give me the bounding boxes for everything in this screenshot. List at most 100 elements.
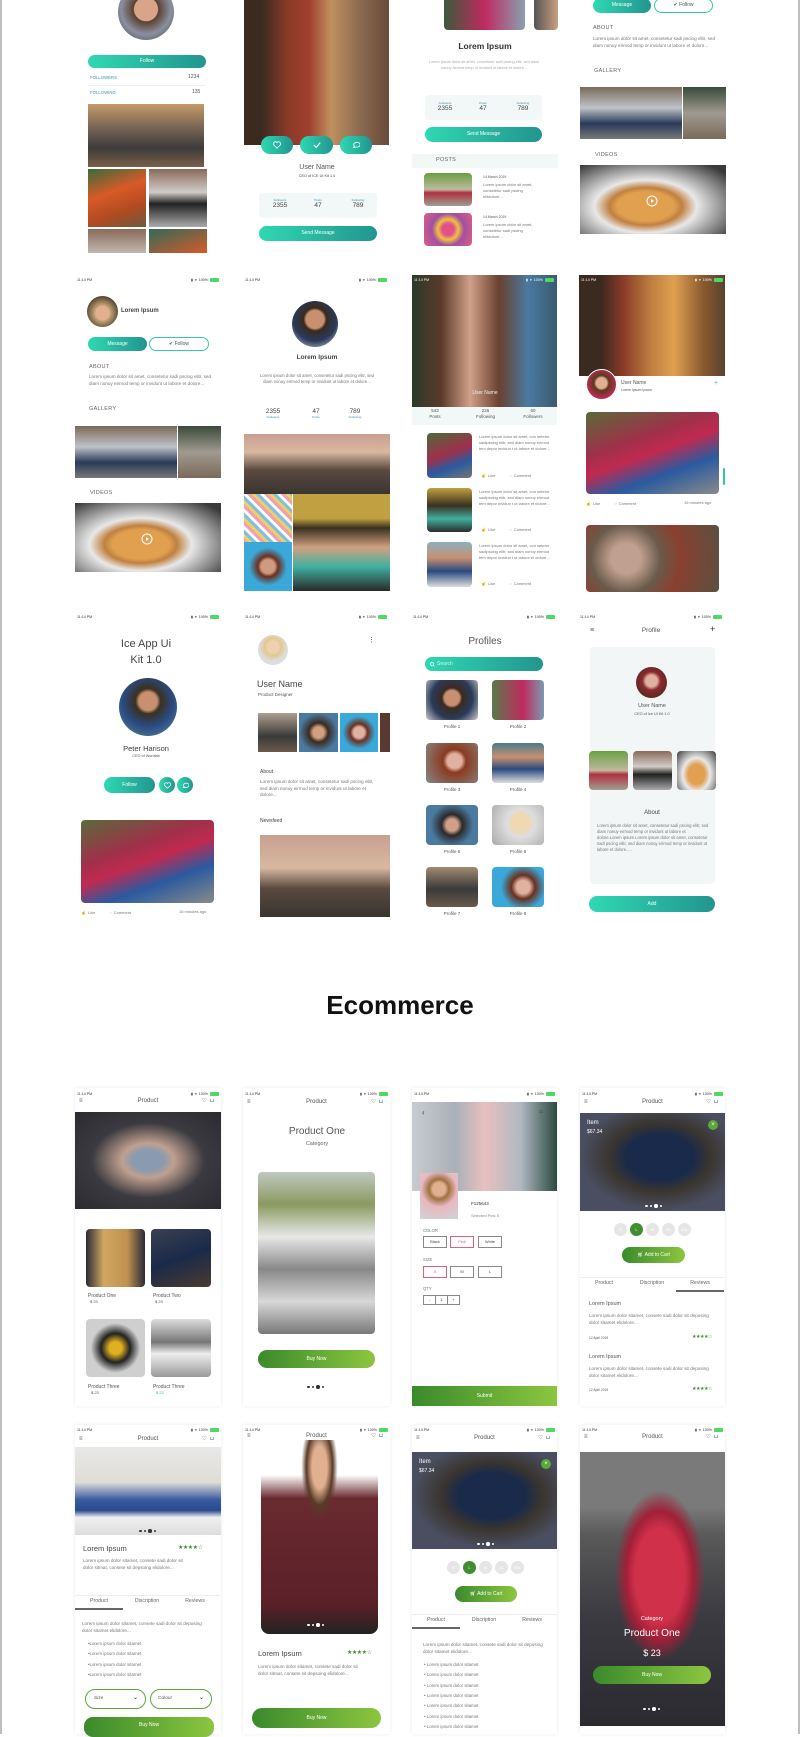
carousel-dot[interactable] [148, 1529, 152, 1533]
carousel-dot[interactable] [645, 1204, 648, 1207]
size-option[interactable]: XL [662, 1223, 675, 1236]
carousel-dot[interactable] [321, 1623, 324, 1626]
carousel-dot[interactable] [307, 1623, 310, 1626]
feed-photo-car[interactable] [586, 412, 719, 494]
profile-label[interactable]: Profile 7 [426, 911, 478, 916]
tab-discription[interactable]: Discription [123, 1598, 171, 1604]
profile-label[interactable]: Profile 1 [426, 724, 478, 729]
like-button[interactable]: ☝ Like [586, 501, 600, 506]
follow-button[interactable]: Follow [88, 55, 206, 68]
comment-button[interactable]: ◌ Comment [509, 581, 531, 586]
collage-photo-sprinkles[interactable] [244, 494, 292, 542]
profile-photo[interactable] [492, 743, 544, 783]
follow-button[interactable]: ✔ Follow [149, 337, 209, 351]
size-option[interactable]: S [614, 1223, 627, 1236]
product-image[interactable] [86, 1319, 145, 1377]
carousel-dot[interactable] [652, 1707, 656, 1711]
tab-discription[interactable]: Discription [460, 1617, 508, 1623]
follow-button[interactable]: Follow [104, 777, 155, 793]
carousel-dot[interactable] [316, 1623, 320, 1627]
product-photo[interactable] [258, 1172, 375, 1334]
heart-icon[interactable]: ♡ [202, 1098, 207, 1104]
like-button[interactable] [159, 777, 175, 793]
follow-button[interactable]: ✔ Follow [654, 0, 713, 13]
back-icon[interactable]: ‹ [422, 1108, 425, 1118]
cart-icon[interactable]: ⊔ [714, 1099, 718, 1105]
buy-now-button[interactable]: Buy Now [593, 1666, 711, 1684]
photographer-photo[interactable] [244, 0, 389, 145]
post-thumbnail[interactable] [427, 488, 472, 532]
tab-reviews[interactable]: Reviews [676, 1280, 724, 1286]
post-thumbnail[interactable] [424, 173, 472, 206]
strip-photo[interactable] [299, 713, 338, 752]
feed-photo-car[interactable] [81, 820, 214, 903]
size-option[interactable]: S [447, 1561, 460, 1574]
gallery-photo[interactable] [589, 751, 628, 790]
submit-button[interactable]: Submit [412, 1386, 557, 1406]
carousel-dot[interactable] [311, 1385, 314, 1388]
size-option[interactable]: M [479, 1561, 492, 1574]
cart-icon[interactable]: ⊔ [714, 1434, 718, 1440]
profile-label[interactable]: Profile 6 [492, 849, 544, 854]
carousel-dot[interactable] [657, 1707, 660, 1710]
heart-icon[interactable]: ♡ [706, 1099, 711, 1105]
profile-photo[interactable] [426, 805, 478, 845]
add-icon[interactable]: + [714, 380, 718, 388]
close-icon[interactable]: × [708, 1120, 718, 1130]
tab-reviews[interactable]: Reviews [508, 1617, 556, 1623]
size-dropdown[interactable]: Size ⌄ [85, 1689, 146, 1709]
gallery-photo-hiker[interactable] [178, 426, 221, 478]
comment-button[interactable]: ◌ Comment [614, 501, 636, 506]
building-photo[interactable] [88, 229, 146, 253]
close-icon[interactable]: × [541, 1459, 551, 1469]
add-to-cart-button[interactable]: 🛒︎ Add to Cart [455, 1586, 517, 1602]
size-option[interactable]: M [646, 1223, 659, 1236]
tab-reviews[interactable]: Reviews [171, 1598, 219, 1604]
tab-product[interactable]: Product [75, 1598, 123, 1604]
size-option[interactable]: XL [495, 1561, 508, 1574]
color-option-pink[interactable]: Pink [450, 1236, 474, 1248]
gallery-photo-friends[interactable] [580, 87, 682, 139]
profile-photo[interactable] [492, 680, 544, 720]
carousel-dot[interactable] [654, 1204, 658, 1208]
cart-icon[interactable]: ⊔ [379, 1099, 383, 1105]
post-thumbnail[interactable] [424, 213, 472, 246]
carousel-dot[interactable] [307, 1385, 310, 1388]
tab-discription[interactable]: Discription [628, 1280, 676, 1286]
video-thumbnail-pancakes[interactable] [580, 165, 726, 234]
message-button[interactable]: Message [593, 0, 651, 13]
add-icon[interactable]: + [710, 624, 715, 635]
check-button[interactable] [300, 136, 333, 154]
heart-icon[interactable]: ♡ [371, 1099, 376, 1105]
add-to-cart-button[interactable]: 🛒︎ Add to Cart [622, 1247, 685, 1263]
collage-photo-camera-girl[interactable] [293, 494, 390, 591]
carousel-dot[interactable] [143, 1529, 146, 1532]
gallery-photo[interactable] [633, 751, 672, 790]
size-option[interactable]: XXL [511, 1561, 524, 1574]
scrollbar[interactable] [723, 468, 725, 485]
profile-label[interactable]: Profile 5 [426, 849, 478, 854]
gallery-photo[interactable] [677, 751, 716, 790]
home-icon[interactable]: ⌂ [539, 1109, 543, 1116]
carousel-dot[interactable] [649, 1204, 652, 1207]
comment-button[interactable]: ◌ Comment [509, 527, 531, 532]
like-button[interactable]: ☝ Like [81, 910, 95, 915]
like-button[interactable]: ☝ Like [481, 527, 495, 532]
truck-photo[interactable] [88, 104, 204, 167]
product-image[interactable] [151, 1319, 211, 1377]
profile-photo[interactable] [492, 805, 544, 845]
buy-now-button[interactable]: Buy Now [258, 1350, 375, 1368]
heart-icon[interactable]: ♡ [538, 1435, 543, 1441]
profile-photo[interactable] [492, 867, 544, 907]
cart-icon[interactable]: ⊔ [210, 1098, 214, 1104]
orange-car-photo[interactable] [149, 229, 207, 253]
tab-product[interactable]: Product [580, 1280, 628, 1286]
orange-car-photo[interactable] [88, 169, 146, 227]
video-thumbnail-pancakes[interactable] [75, 503, 221, 572]
black-car-photo[interactable] [149, 169, 207, 227]
feed-photo-hands[interactable] [586, 525, 719, 592]
send-message-button[interactable]: Send Message [259, 226, 377, 241]
profile-label[interactable]: Profile 2 [492, 724, 544, 729]
carousel-dot[interactable] [316, 1385, 320, 1389]
strip-photo[interactable] [340, 713, 378, 752]
